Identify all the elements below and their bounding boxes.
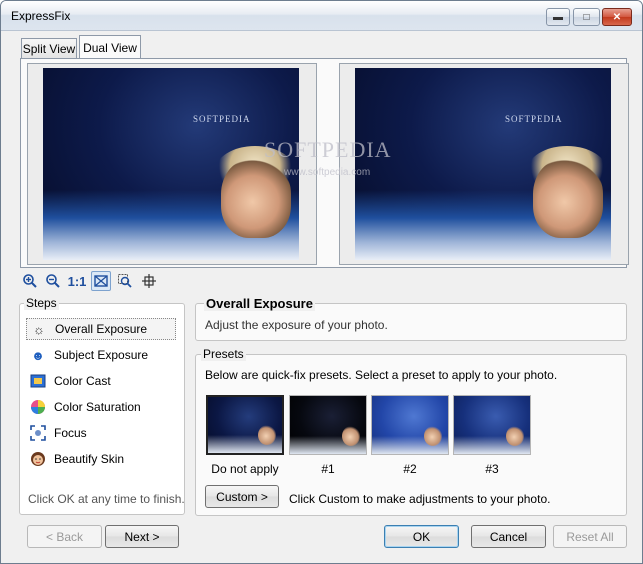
zoom-out-button[interactable] xyxy=(43,271,63,291)
step-label: Color Saturation xyxy=(54,400,141,414)
zoom-in-button[interactable] xyxy=(20,271,40,291)
tab-label: Split View xyxy=(22,42,76,56)
thumbnail-face xyxy=(342,426,360,446)
zoom-in-icon xyxy=(23,274,37,288)
preset-thumbnail-2[interactable] xyxy=(371,395,449,455)
expressfix-window: ExpressFix ▬ □ ✕ Split View Dual View SO… xyxy=(0,0,643,564)
preset-label: #1 xyxy=(321,462,335,476)
step-color-cast[interactable]: Color Cast xyxy=(26,370,176,392)
step-overall-exposure[interactable]: ☼ Overall Exposure xyxy=(26,318,176,340)
fit-window-icon xyxy=(94,275,108,287)
step-color-saturation[interactable]: Color Saturation xyxy=(26,396,176,418)
fit-window-button[interactable] xyxy=(91,271,111,291)
close-button[interactable]: ✕ xyxy=(602,8,632,26)
exposure-icon: ☼ xyxy=(33,321,45,337)
step-label: Focus xyxy=(54,426,87,440)
color-saturation-icon xyxy=(30,399,46,415)
zoom-region-icon xyxy=(118,274,132,288)
presets-group: Below are quick-fix presets. Select a pr… xyxy=(195,354,627,516)
cancel-button[interactable]: Cancel xyxy=(471,525,546,548)
after-photo: SOFTPEDIA xyxy=(355,68,611,260)
preset-label: Do not apply xyxy=(211,462,279,476)
step-label: Beautify Skin xyxy=(54,452,125,466)
tab-split-view[interactable]: Split View xyxy=(21,38,77,59)
reset-all-button[interactable]: Reset All xyxy=(553,525,627,548)
preset-label: #3 xyxy=(485,462,499,476)
softpedia-watermark-url: www.softpedia.com xyxy=(284,167,371,178)
window-title: ExpressFix xyxy=(11,9,71,23)
actual-size-label: 1:1 xyxy=(67,273,87,289)
color-cast-icon xyxy=(30,373,46,389)
custom-button[interactable]: Custom > xyxy=(205,485,279,508)
photo-logo: SOFTPEDIA xyxy=(505,114,563,124)
step-label: Overall Exposure xyxy=(55,322,148,336)
ok-button[interactable]: OK xyxy=(384,525,459,548)
presets-group-label: Presets xyxy=(201,347,246,361)
step-label: Subject Exposure xyxy=(54,348,149,362)
maximize-button[interactable]: □ xyxy=(573,8,600,26)
preview-panel: SOFTPEDIA SOFTPEDIA xyxy=(20,58,629,268)
step-beautify-skin[interactable]: Beautify Skin xyxy=(26,448,176,470)
presets-description: Below are quick-fix presets. Select a pr… xyxy=(205,368,558,382)
pan-button[interactable] xyxy=(139,271,159,291)
custom-note: Click Custom to make adjustments to your… xyxy=(289,492,551,506)
preset-label: #2 xyxy=(403,462,417,476)
photo-logo: SOFTPEDIA xyxy=(193,114,251,124)
back-button[interactable]: < Back xyxy=(27,525,102,548)
steps-group-label: Steps xyxy=(24,296,59,310)
preset-thumbnail-do-not-apply[interactable] xyxy=(206,395,284,455)
maximize-icon: □ xyxy=(583,11,590,23)
exposure-description: Adjust the exposure of your photo. xyxy=(205,318,388,332)
softpedia-watermark: SOFTPEDIA xyxy=(264,137,392,162)
thumbnail-face xyxy=(258,425,276,445)
exposure-title: Overall Exposure xyxy=(204,296,315,311)
tab-label: Dual View xyxy=(83,40,137,55)
step-focus[interactable]: Focus xyxy=(26,422,176,444)
exposure-panel: Overall Exposure Adjust the exposure of … xyxy=(195,296,627,341)
preset-thumbnail-1[interactable] xyxy=(289,395,367,455)
minimize-button[interactable]: ▬ xyxy=(546,8,570,26)
thumbnail-face xyxy=(506,426,524,446)
after-preview-frame[interactable]: SOFTPEDIA xyxy=(339,63,629,265)
before-photo: SOFTPEDIA xyxy=(43,68,299,260)
steps-note: Click OK at any time to finish. xyxy=(28,492,185,506)
photo-face xyxy=(221,158,291,238)
thumbnail-face xyxy=(424,426,442,446)
before-preview-frame[interactable]: SOFTPEDIA xyxy=(27,63,317,265)
focus-icon xyxy=(30,425,46,441)
actual-size-button[interactable]: 1:1 xyxy=(67,271,87,291)
step-label: Color Cast xyxy=(54,374,111,388)
next-button[interactable]: Next > xyxy=(105,525,179,548)
minimize-icon: ▬ xyxy=(553,11,563,23)
close-icon: ✕ xyxy=(612,11,622,23)
zoom-region-button[interactable] xyxy=(115,271,135,291)
tab-dual-view[interactable]: Dual View xyxy=(79,35,141,59)
beautify-skin-icon xyxy=(30,451,46,467)
step-subject-exposure[interactable]: ☻ Subject Exposure xyxy=(26,344,176,366)
pan-icon xyxy=(142,274,156,288)
photo-face xyxy=(533,158,603,238)
preset-thumbnail-3[interactable] xyxy=(453,395,531,455)
steps-group: ☼ Overall Exposure ☻ Subject Exposure Co… xyxy=(19,303,185,515)
subject-exposure-icon: ☻ xyxy=(31,347,45,363)
zoom-out-icon xyxy=(46,274,60,288)
title-bar[interactable]: ExpressFix ▬ □ ✕ xyxy=(1,1,642,31)
